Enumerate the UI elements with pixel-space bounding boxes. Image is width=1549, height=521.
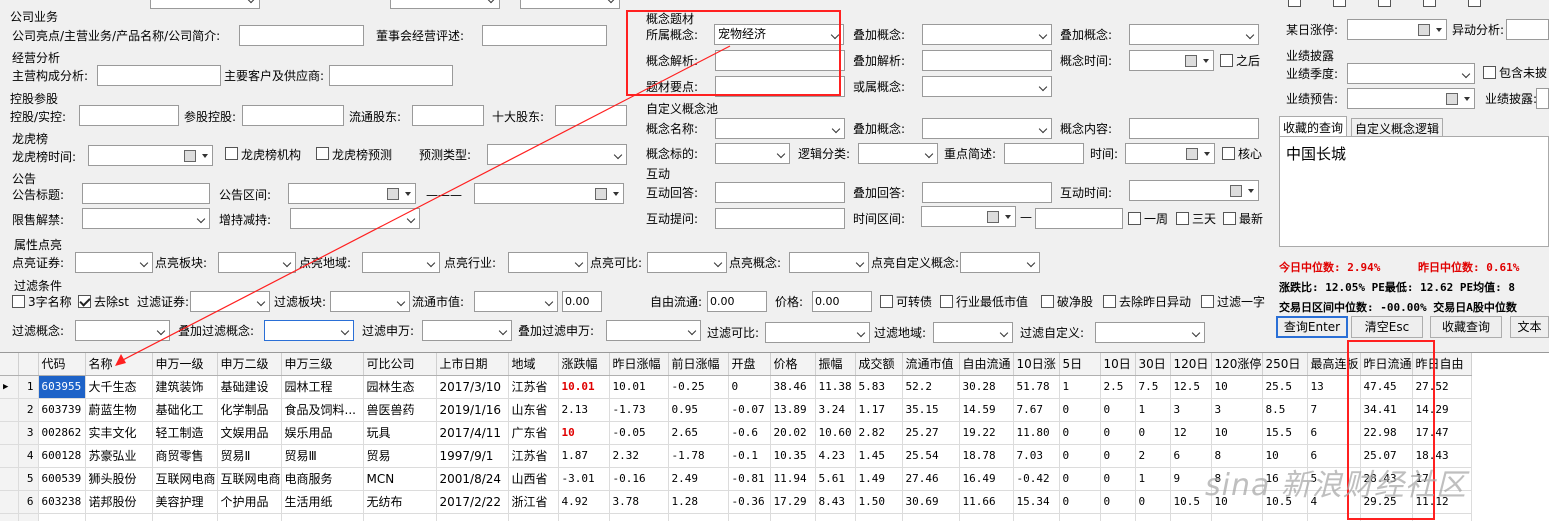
annotation-arrow: [115, 45, 731, 366]
sina-watermark: sina 新浪财经社区: [1205, 468, 1467, 503]
